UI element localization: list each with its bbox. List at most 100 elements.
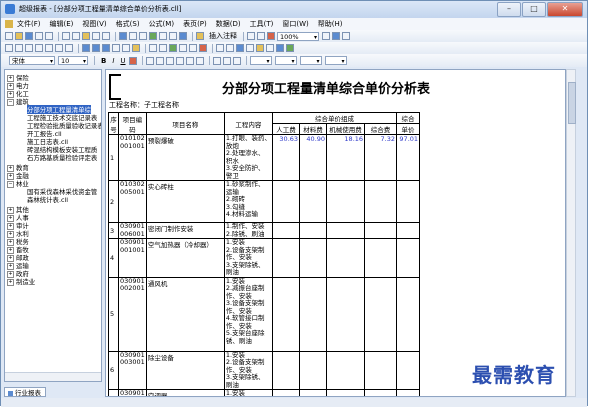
sum-icon[interactable] <box>149 44 157 52</box>
fullscreen-icon[interactable] <box>322 32 330 40</box>
tree-node[interactable]: + 制造业 <box>7 277 35 286</box>
cell-overhead[interactable] <box>364 222 398 239</box>
zoom-select[interactable]: 100% <box>277 31 319 42</box>
cell-machine[interactable] <box>326 389 366 396</box>
scroll-thumb[interactable] <box>568 82 576 124</box>
open-icon[interactable] <box>15 32 23 40</box>
cell-overhead[interactable]: 7.32 <box>364 134 398 181</box>
cell-code[interactable]: 010102 001001 <box>118 134 147 181</box>
cell-seq[interactable]: 5 <box>108 276 119 352</box>
new-icon[interactable] <box>5 32 13 40</box>
cell-content[interactable]: 1.安装2.软管接口制作、安装 <box>223 389 274 396</box>
filter-icon[interactable] <box>45 44 53 52</box>
fill-color-select[interactable] <box>299 56 322 66</box>
cut-icon[interactable] <box>62 32 70 40</box>
cell-labor[interactable] <box>272 222 301 239</box>
color-icon[interactable] <box>246 44 254 52</box>
cell-material[interactable] <box>299 389 328 396</box>
cell-labor[interactable] <box>272 238 301 278</box>
cell-total[interactable]: 97.01 <box>396 134 421 181</box>
align-center-icon[interactable] <box>92 44 100 52</box>
text-color-select[interactable] <box>324 56 347 66</box>
insert-col-icon[interactable] <box>15 44 23 52</box>
menu-sheet[interactable]: 表页(P) <box>183 19 207 29</box>
cell-seq[interactable]: 1 <box>108 134 119 181</box>
cell-overhead[interactable] <box>364 238 398 278</box>
bookmark-icon[interactable] <box>276 44 284 52</box>
help-icon[interactable] <box>342 32 350 40</box>
arrow-icon[interactable] <box>216 44 224 52</box>
align-right-icon[interactable] <box>102 44 110 52</box>
cell-name[interactable]: 除尘设备 <box>145 350 225 390</box>
cell-code[interactable]: 030901 001001 <box>118 238 147 278</box>
cell-content[interactable]: 1.打眼、装药、 放炮 2.处理渗水、 积水 3.安全防护、 警卫 <box>223 134 274 181</box>
cell-total[interactable] <box>396 350 421 390</box>
cell-material[interactable] <box>299 276 328 352</box>
calc-icon[interactable] <box>159 44 167 52</box>
menu-view[interactable]: 视图(V) <box>82 19 106 29</box>
cell-total[interactable] <box>396 222 421 239</box>
cell-labor[interactable] <box>272 276 301 352</box>
sort-asc-icon[interactable] <box>129 32 137 40</box>
cell-material[interactable] <box>299 222 328 239</box>
preview-icon[interactable] <box>45 32 53 40</box>
cell-labor[interactable] <box>272 180 301 223</box>
cell-name[interactable]: 通风机 <box>145 276 225 352</box>
menu-data[interactable]: 数据(D) <box>216 19 241 29</box>
sort-desc-icon[interactable] <box>139 32 147 40</box>
tree-node-jianzhu[interactable]: − 建筑 <box>7 97 29 106</box>
font-select[interactable]: 宋体 <box>9 56 55 66</box>
menu-edit[interactable]: 编辑(E) <box>50 19 74 29</box>
sheet-vertical-scrollbar[interactable] <box>566 69 576 397</box>
align-center-2-icon[interactable] <box>155 56 164 65</box>
highlight-icon[interactable] <box>132 44 140 52</box>
copy-icon[interactable] <box>72 32 80 40</box>
delete-col-icon[interactable] <box>35 44 43 52</box>
shape-icon[interactable] <box>226 44 234 52</box>
paste-icon[interactable] <box>82 32 90 40</box>
cell-machine[interactable] <box>326 222 366 239</box>
cell-name[interactable]: 实心砖柱 <box>145 180 225 223</box>
undo-icon[interactable] <box>92 32 100 40</box>
delete-icon[interactable] <box>199 44 207 52</box>
currency-icon[interactable] <box>232 56 241 65</box>
cell-total[interactable] <box>396 238 421 278</box>
image-icon[interactable] <box>169 32 177 40</box>
cell-name[interactable]: 空调器 <box>145 389 225 396</box>
cell-code[interactable]: 030901004001 <box>118 389 147 396</box>
cell-material[interactable] <box>299 238 328 278</box>
pen-icon[interactable] <box>266 44 274 52</box>
redo-icon[interactable] <box>102 32 110 40</box>
tree-node-linye[interactable]: − 林业 <box>7 179 29 188</box>
function-icon[interactable] <box>159 32 167 40</box>
decimal-icon[interactable] <box>222 56 231 65</box>
cell-material[interactable] <box>299 180 328 223</box>
project-name[interactable]: 子工程名称 <box>144 101 179 109</box>
chart-icon[interactable] <box>149 32 157 40</box>
cell-code[interactable]: 030901 006001 <box>118 222 147 239</box>
insert-row-icon[interactable] <box>5 44 13 52</box>
brush-icon[interactable] <box>256 44 264 52</box>
cell-name[interactable]: 预裂爆破 <box>145 134 225 181</box>
underline-button[interactable]: U <box>120 57 125 65</box>
maximize-button[interactable]: □ <box>522 2 546 17</box>
cell-name[interactable]: 空气加热器（冷却器） <box>145 238 225 278</box>
cell-machine[interactable] <box>326 350 366 390</box>
delete-row-icon[interactable] <box>25 44 33 52</box>
print-icon[interactable] <box>35 32 43 40</box>
cell-material[interactable]: 40.90 <box>299 134 328 181</box>
minimize-button[interactable]: – <box>497 2 521 17</box>
split-icon[interactable] <box>65 44 73 52</box>
grid-icon[interactable] <box>119 32 127 40</box>
bold-button[interactable]: B <box>101 57 106 65</box>
insert-comment-label[interactable]: 插入注释 <box>209 31 237 41</box>
cell-overhead[interactable] <box>364 350 398 390</box>
cell-seq[interactable]: 4 <box>108 238 119 278</box>
menu-formula[interactable]: 公式(M) <box>149 19 175 29</box>
font-color-icon[interactable] <box>128 56 137 65</box>
close-button[interactable]: ✕ <box>547 2 583 17</box>
cell-machine[interactable] <box>326 276 366 352</box>
link-icon[interactable] <box>189 44 197 52</box>
cell-content[interactable]: 1.安装 2.减振台座制 作、安装 3.设备支架制 作、安装 4.软管接口制 作、安装 5.支… <box>223 276 274 352</box>
menu-tools[interactable]: 工具(T) <box>250 19 274 29</box>
